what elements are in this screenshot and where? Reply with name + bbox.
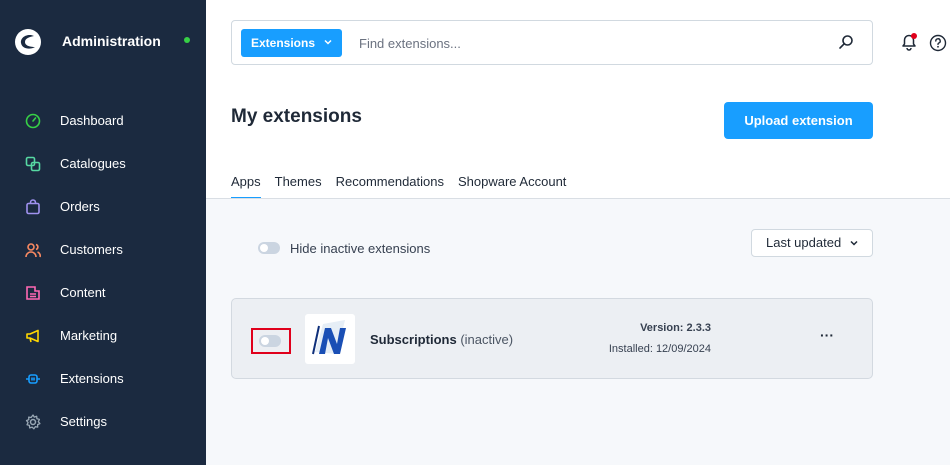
sidebar-item-orders[interactable]: Orders: [0, 186, 206, 229]
sidebar-item-catalogues[interactable]: Catalogues: [0, 143, 206, 186]
tab-recommendations[interactable]: Recommendations: [336, 174, 444, 199]
plug-icon: [24, 370, 42, 388]
page-title: My extensions: [231, 106, 362, 127]
shopware-logo-icon[interactable]: [14, 28, 42, 56]
extension-installed-date: Installed: 12/09/2024: [608, 343, 711, 355]
sidebar-item-extensions[interactable]: Extensions: [0, 358, 206, 401]
users-icon: [24, 241, 42, 259]
sidebar-item-settings[interactable]: Settings: [0, 401, 206, 444]
gear-icon: [24, 413, 42, 431]
extension-active-toggle[interactable]: [259, 335, 281, 347]
gauge-icon: [24, 112, 42, 130]
sidebar-item-content[interactable]: Content: [0, 272, 206, 315]
sidebar-item-label: Marketing: [60, 328, 118, 343]
global-search-bar: Extensions: [231, 20, 873, 65]
search-scope-label: Extensions: [251, 36, 316, 50]
sidebar-brand: Administration: [0, 0, 206, 88]
sidebar-nav: Dashboard Catalogues Orders Customers Co…: [0, 100, 206, 444]
search-scope-select[interactable]: Extensions: [241, 29, 342, 57]
more-actions-button[interactable]: ···: [817, 327, 837, 347]
search-icon[interactable]: [838, 34, 854, 50]
megaphone-icon: [24, 327, 42, 345]
shopping-bag-icon: [24, 198, 42, 216]
hide-inactive-toggle[interactable]: [258, 242, 280, 254]
tab-apps[interactable]: Apps: [231, 174, 261, 199]
sidebar-item-label: Customers: [60, 242, 123, 257]
tab-themes[interactable]: Themes: [275, 174, 322, 199]
extension-logo: [305, 314, 355, 364]
sort-select-label: Last updated: [766, 235, 842, 250]
sidebar-item-label: Orders: [60, 199, 100, 214]
search-input[interactable]: [359, 31, 819, 55]
sidebar: Administration Dashboard Catalogues Orde…: [0, 0, 206, 465]
upload-extension-button[interactable]: Upload extension: [724, 102, 873, 139]
online-status-dot: [184, 37, 190, 43]
content-icon: [24, 284, 42, 302]
sidebar-title[interactable]: Administration: [62, 33, 161, 49]
extension-card: Subscriptions (inactive) Version: 2.3.3 …: [231, 298, 873, 379]
help-icon[interactable]: [929, 34, 947, 52]
sidebar-item-label: Extensions: [60, 371, 124, 386]
tab-shopware-account[interactable]: Shopware Account: [458, 174, 566, 199]
sort-select[interactable]: Last updated: [751, 229, 873, 257]
sidebar-item-customers[interactable]: Customers: [0, 229, 206, 272]
sidebar-item-label: Catalogues: [60, 156, 126, 171]
sidebar-item-label: Settings: [60, 414, 107, 429]
catalogue-icon: [24, 155, 42, 173]
sidebar-item-dashboard[interactable]: Dashboard: [0, 100, 206, 143]
sidebar-item-label: Content: [60, 285, 106, 300]
extension-title: Subscriptions: [370, 332, 457, 347]
sidebar-item-marketing[interactable]: Marketing: [0, 315, 206, 358]
extension-status: (inactive): [460, 332, 514, 347]
extension-version: Version: 2.3.3: [640, 322, 711, 334]
chevron-down-icon: [324, 39, 332, 45]
sidebar-item-label: Dashboard: [60, 113, 124, 128]
extension-tabs: Apps Themes Recommendations Shopware Acc…: [231, 174, 580, 199]
notification-bell-icon[interactable]: [899, 32, 919, 52]
subscriptions-logo-icon: [312, 320, 346, 355]
hide-inactive-label: Hide inactive extensions: [290, 241, 431, 256]
chevron-down-icon: [850, 240, 858, 246]
extension-name[interactable]: Subscriptions (inactive): [370, 332, 513, 347]
